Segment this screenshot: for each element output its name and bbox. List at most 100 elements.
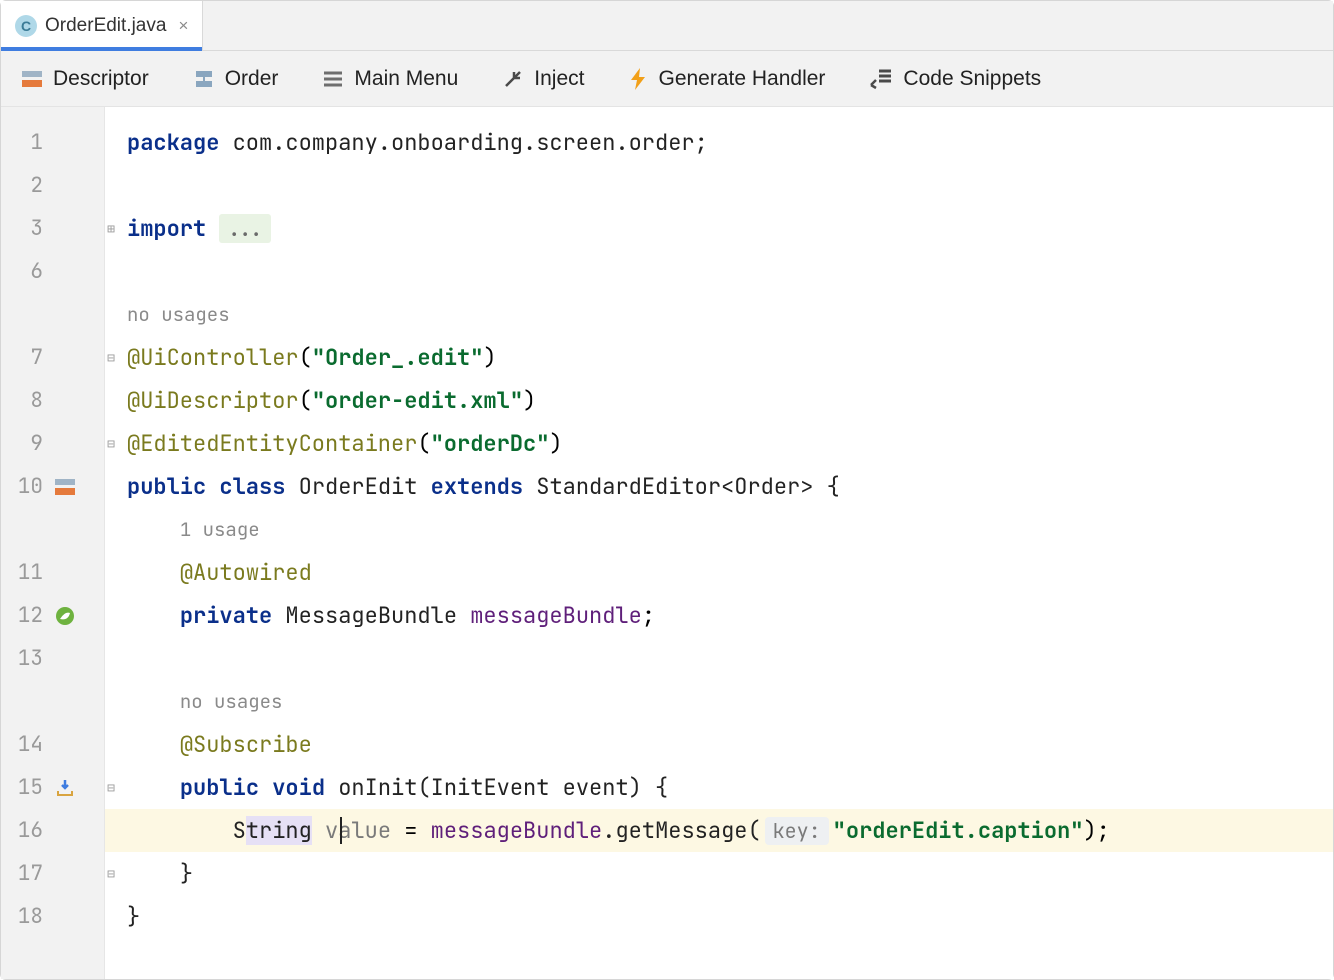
code-line[interactable]: @UiDescriptor("order-edit.xml") (105, 379, 1333, 422)
code-line-current[interactable]: String value = messageBundle.getMessage(… (105, 809, 1333, 852)
line-number: 18 (1, 903, 49, 930)
line-number: 8 (1, 387, 49, 414)
line-number: 15 (1, 774, 49, 801)
type: StandardEditor<Order> { (536, 472, 840, 501)
toolbar-label: Generate Handler (658, 67, 825, 91)
type: MessageBundle (285, 601, 457, 630)
descriptor-button[interactable]: Descriptor (21, 67, 149, 91)
keyword: extends (431, 472, 523, 501)
line-number: 3 (1, 215, 49, 242)
annotation: @UiDescriptor (127, 386, 299, 415)
keyword: public (180, 773, 259, 802)
line-number: 9 (1, 430, 49, 457)
editor-tab[interactable]: C OrderEdit.java × (1, 1, 203, 50)
keyword: private (180, 601, 272, 630)
toolbar-label: Inject (534, 67, 584, 91)
line-number: 12 (1, 602, 49, 629)
code-line[interactable]: ⊞ import ... (105, 207, 1333, 250)
snippets-icon (869, 68, 893, 90)
brace: } (180, 859, 193, 888)
fold-collapse-icon[interactable]: ⊟ (104, 437, 118, 451)
line-number: 1 (1, 129, 49, 156)
annotation: @EditedEntityContainer (127, 429, 417, 458)
close-icon[interactable]: × (178, 16, 188, 36)
string-literal: "Order_.edit" (312, 343, 484, 372)
code-line[interactable]: ⊟@EditedEntityContainer("orderDc") (105, 422, 1333, 465)
code-line[interactable]: public class OrderEdit extends StandardE… (105, 465, 1333, 508)
inlay-hint-row: no usages (105, 680, 1333, 723)
code-line[interactable]: } (105, 895, 1333, 938)
tab-filename: OrderEdit.java (45, 15, 166, 37)
code-line[interactable] (105, 164, 1333, 207)
keyword: public (127, 472, 206, 501)
code-line[interactable]: ⊟ public void onInit(InitEvent event) { (105, 766, 1333, 809)
descriptor-icon (21, 68, 43, 90)
type: S (233, 816, 246, 845)
hamburger-icon (322, 68, 344, 90)
fold-collapse-icon[interactable]: ⊟ (104, 781, 118, 795)
code-line[interactable]: @Autowired (105, 551, 1333, 594)
string-literal: "orderDc" (431, 429, 550, 458)
code-line[interactable] (105, 250, 1333, 293)
keyword: package (127, 128, 219, 157)
inject-icon (502, 68, 524, 90)
line-number: 16 (1, 817, 49, 844)
usages-hint[interactable]: no usages (180, 689, 283, 714)
class-file-icon: C (15, 15, 37, 37)
inlay-hint-row: 1 usage (105, 508, 1333, 551)
main-menu-button[interactable]: Main Menu (322, 67, 458, 91)
line-number: 10 (1, 473, 49, 500)
line-number: 7 (1, 344, 49, 371)
field-name: messageBundle (470, 601, 642, 630)
code-line[interactable]: ⊟@UiController("Order_.edit") (105, 336, 1333, 379)
params: (InitEvent event) { (417, 773, 668, 802)
spring-bean-icon[interactable] (51, 605, 79, 627)
brace: } (127, 902, 140, 931)
inject-button[interactable]: Inject (502, 67, 584, 91)
line-number: 6 (1, 258, 49, 285)
tab-bar: C OrderEdit.java × (1, 1, 1333, 51)
line-number: 14 (1, 731, 49, 758)
code-area[interactable]: package com.company.onboarding.screen.or… (105, 107, 1333, 979)
code-line[interactable] (105, 637, 1333, 680)
field-ref: messageBundle (431, 816, 603, 845)
type: tring (246, 816, 312, 845)
download-gutter-icon[interactable] (51, 777, 79, 799)
code-snippets-button[interactable]: Code Snippets (869, 67, 1041, 91)
fold-collapse-icon[interactable]: ⊟ (104, 351, 118, 365)
code-line[interactable]: ⊟ } (105, 852, 1333, 895)
method-name: onInit (338, 773, 417, 802)
text-caret (340, 817, 342, 844)
keyword: import (127, 214, 206, 243)
class-name: OrderEdit (299, 472, 418, 501)
code-line[interactable]: @Subscribe (105, 723, 1333, 766)
descriptor-gutter-icon[interactable] (51, 477, 79, 497)
code-line[interactable]: package com.company.onboarding.screen.or… (105, 121, 1333, 164)
string-literal: "order-edit.xml" (312, 386, 523, 415)
order-button[interactable]: Order (193, 67, 279, 91)
toolbar-label: Code Snippets (903, 67, 1041, 91)
toolbar-label: Descriptor (53, 67, 149, 91)
toolbar-label: Main Menu (354, 67, 458, 91)
code-line[interactable]: private MessageBundle messageBundle; (105, 594, 1333, 637)
fold-end-icon[interactable]: ⊟ (104, 867, 118, 881)
code-editor[interactable]: 1 2 3 6 7 8 9 10 11 12 13 14 15 16 17 18 (1, 107, 1333, 979)
usages-hint[interactable]: 1 usage (180, 517, 260, 542)
line-number: 11 (1, 559, 49, 586)
editor-toolbar: Descriptor Order Main Menu Inject Genera… (1, 51, 1333, 107)
annotation: @Subscribe (180, 730, 312, 759)
variable: value (325, 816, 391, 845)
folded-region[interactable]: ... (219, 214, 271, 243)
toolbar-label: Order (225, 67, 279, 91)
annotation: @Autowired (180, 558, 312, 587)
fold-expand-icon[interactable]: ⊞ (104, 222, 118, 236)
keyword: class (219, 472, 285, 501)
generate-handler-button[interactable]: Generate Handler (628, 67, 825, 91)
keyword: void (272, 773, 325, 802)
usages-hint[interactable]: no usages (127, 302, 230, 327)
entity-icon (193, 68, 215, 90)
lightning-icon (628, 67, 648, 91)
string-literal: "orderEdit.caption" (833, 816, 1084, 845)
line-number: 13 (1, 645, 49, 672)
line-number: 2 (1, 172, 49, 199)
